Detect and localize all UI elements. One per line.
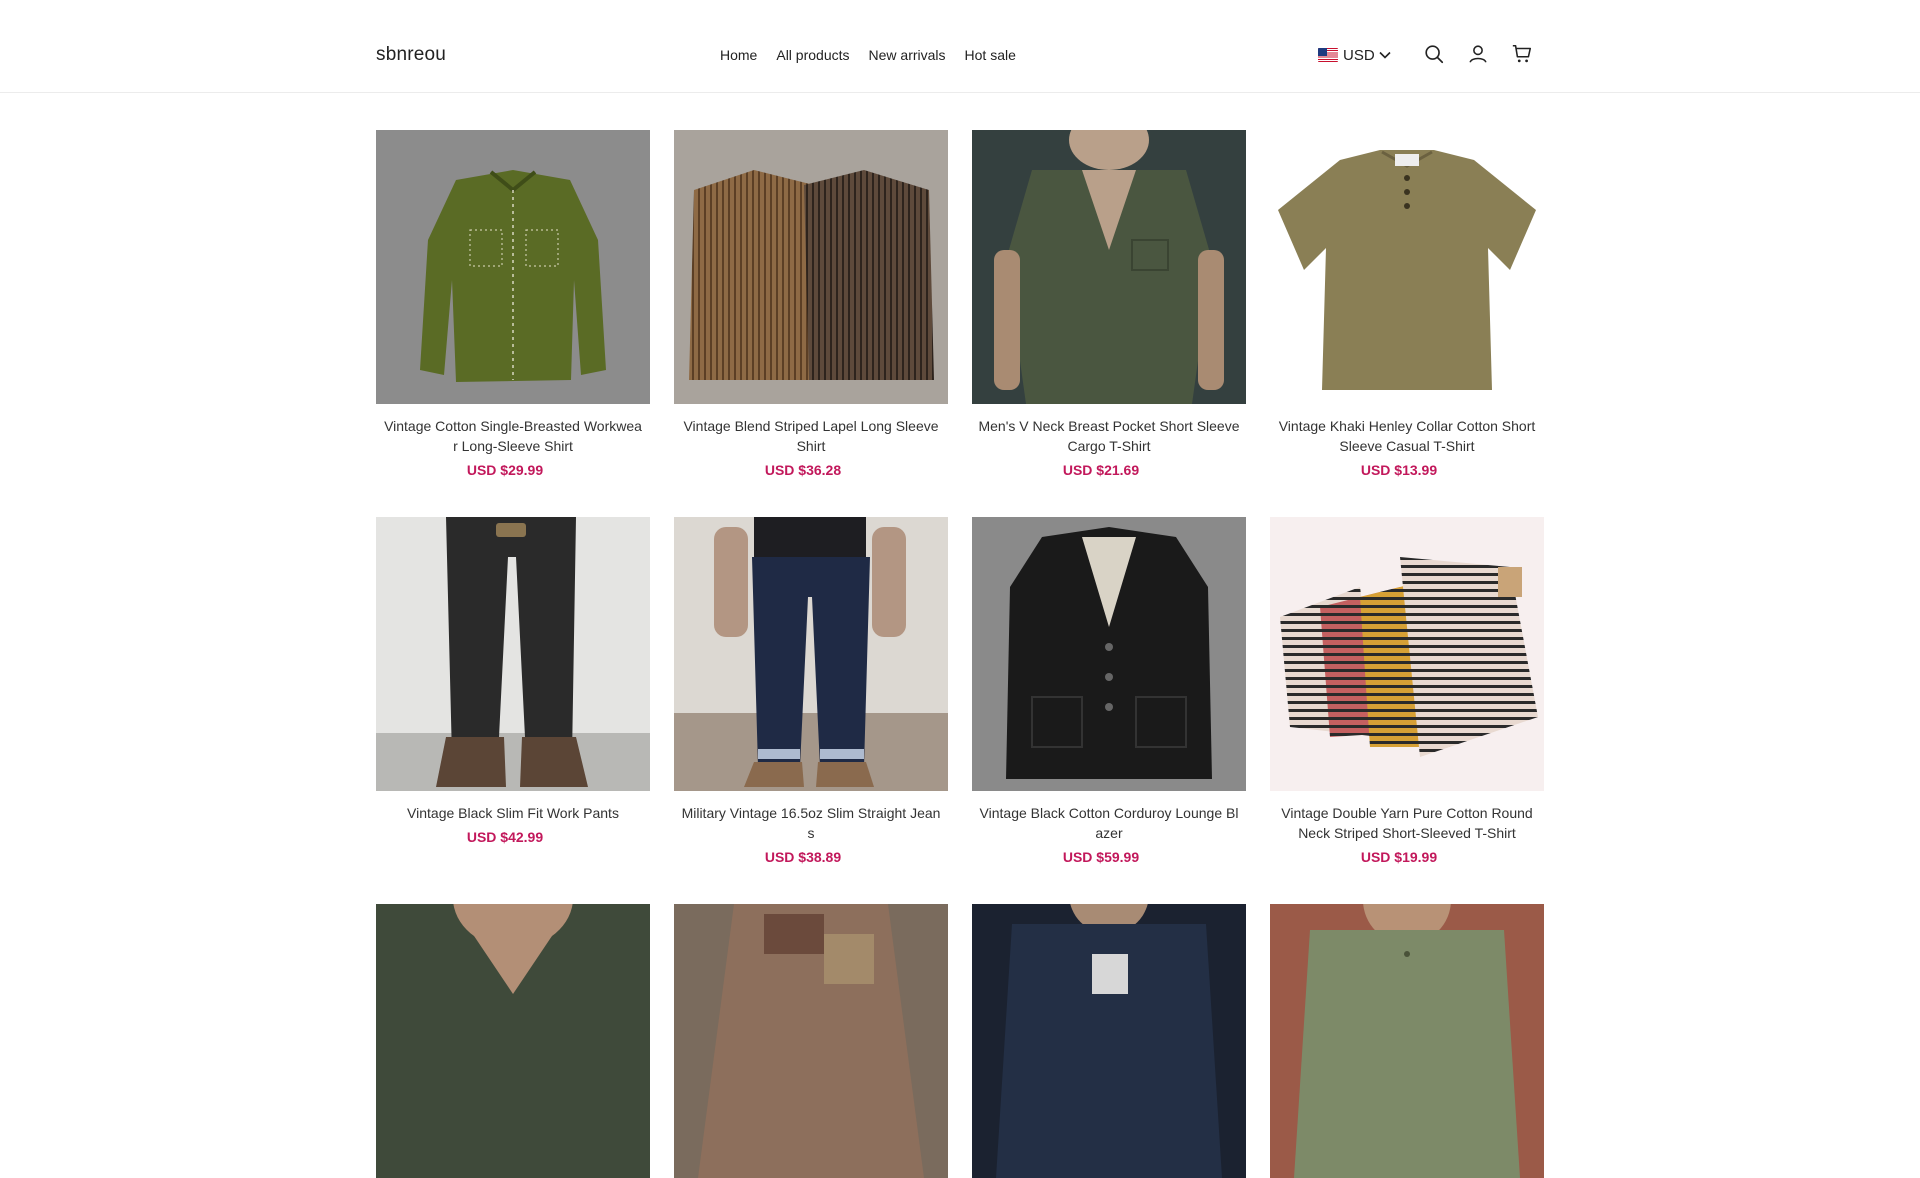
us-flag-icon [1318, 48, 1338, 62]
product-image[interactable] [674, 904, 948, 1178]
chevron-down-icon [1379, 46, 1391, 64]
nav-home[interactable]: Home [720, 47, 757, 63]
product-title[interactable]: Men's V Neck Breast Pocket Short Sleeve … [972, 416, 1246, 456]
product-price: USD $36.28 [764, 462, 842, 478]
product-price: USD $42.99 [466, 829, 544, 845]
product-image[interactable] [1270, 904, 1544, 1178]
product-price: USD $29.99 [466, 462, 544, 478]
nav-new-arrivals[interactable]: New arrivals [869, 47, 946, 63]
product-title[interactable]: Vintage Double Yarn Pure Cotton Round Ne… [1270, 803, 1544, 843]
product-image[interactable] [674, 130, 948, 404]
product-price: USD $59.99 [1062, 849, 1140, 865]
store-logo[interactable]: sbnreou [376, 44, 446, 66]
nav-all-products[interactable]: All products [776, 47, 849, 63]
product-image[interactable] [972, 904, 1246, 1178]
search-icon[interactable] [1423, 43, 1447, 67]
product-title[interactable]: Vintage Blend Striped Lapel Long Sleeve … [674, 416, 948, 456]
product-card[interactable]: Vintage Double Yarn Pure Cotton Round Ne… [1270, 517, 1544, 865]
main-nav: Home All products New arrivals Hot sale [720, 47, 1035, 63]
product-image[interactable] [376, 904, 650, 1178]
product-image[interactable] [376, 130, 650, 404]
product-image[interactable] [376, 517, 650, 791]
product-image[interactable] [674, 517, 948, 791]
product-card[interactable] [1270, 904, 1544, 1178]
product-price: USD $19.99 [1360, 849, 1438, 865]
nav-hot-sale[interactable]: Hot sale [965, 47, 1016, 63]
currency-code: USD [1343, 46, 1375, 64]
currency-selector[interactable]: USD [1318, 46, 1391, 64]
product-price: USD $21.69 [1062, 462, 1140, 478]
product-card[interactable] [972, 904, 1246, 1178]
product-card[interactable] [376, 904, 650, 1178]
product-price: USD $13.99 [1360, 462, 1438, 478]
product-title[interactable]: Vintage Black Slim Fit Work Pants [376, 803, 650, 823]
product-image[interactable] [1270, 130, 1544, 404]
product-card[interactable] [674, 904, 948, 1178]
product-image[interactable] [972, 517, 1246, 791]
user-icon[interactable] [1467, 43, 1491, 67]
product-card[interactable]: Men's V Neck Breast Pocket Short Sleeve … [972, 130, 1246, 478]
product-title[interactable]: Military Vintage 16.5oz Slim Straight Je… [674, 803, 948, 843]
product-title[interactable]: Vintage Khaki Henley Collar Cotton Short… [1270, 416, 1544, 456]
product-card[interactable]: Vintage Blend Striped Lapel Long Sleeve … [674, 130, 948, 478]
cart-icon[interactable] [1511, 43, 1535, 67]
product-card[interactable]: Vintage Khaki Henley Collar Cotton Short… [1270, 130, 1544, 478]
product-card[interactable]: Vintage Black Slim Fit Work Pants USD $4… [376, 517, 650, 845]
product-card[interactable]: Vintage Black Cotton Corduroy Lounge Bla… [972, 517, 1246, 865]
site-header: sbnreou Home All products New arrivals H… [0, 0, 1920, 93]
product-image[interactable] [972, 130, 1246, 404]
product-title[interactable]: Vintage Black Cotton Corduroy Lounge Bla… [972, 803, 1246, 843]
product-image[interactable] [1270, 517, 1544, 791]
product-card[interactable]: Military Vintage 16.5oz Slim Straight Je… [674, 517, 948, 865]
product-title[interactable]: Vintage Cotton Single-Breasted Workwear … [376, 416, 650, 456]
product-price: USD $38.89 [764, 849, 842, 865]
product-card[interactable]: Vintage Cotton Single-Breasted Workwear … [376, 130, 650, 478]
